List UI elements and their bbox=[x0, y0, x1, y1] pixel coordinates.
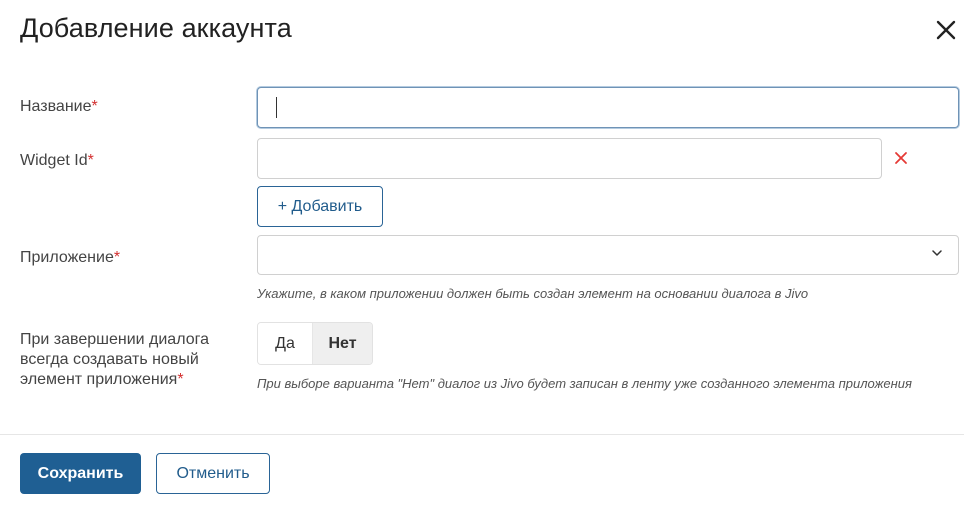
toggle-option-no[interactable]: Нет bbox=[312, 323, 372, 364]
required-mark: * bbox=[113, 249, 121, 266]
name-label-text: Название bbox=[20, 98, 92, 115]
save-button[interactable]: Сохранить bbox=[20, 453, 141, 494]
application-select[interactable] bbox=[257, 235, 959, 275]
close-icon[interactable] bbox=[934, 18, 958, 42]
create-new-label-line: элемент приложения bbox=[20, 371, 178, 388]
required-mark: * bbox=[177, 371, 184, 388]
create-new-label-line: При завершении диалога bbox=[20, 331, 209, 348]
add-widget-button[interactable]: + Добавить bbox=[257, 186, 383, 227]
create-new-hint: При выборе варианта "Нет" диалог из Jivo… bbox=[257, 376, 912, 391]
name-input[interactable] bbox=[257, 87, 959, 128]
required-mark: * bbox=[87, 152, 94, 169]
dialog-title: Добавление аккаунта bbox=[20, 13, 292, 43]
footer-divider bbox=[0, 434, 964, 435]
text-caret bbox=[276, 97, 277, 118]
widget-id-label-text: Widget Id bbox=[20, 152, 88, 169]
required-mark: * bbox=[91, 98, 98, 115]
cancel-button[interactable]: Отменить bbox=[156, 453, 270, 494]
application-label: Приложение* bbox=[20, 248, 120, 268]
application-hint: Укажите, в каком приложении должен быть … bbox=[257, 286, 809, 301]
widget-id-label: Widget Id* bbox=[20, 151, 94, 171]
application-label-text: Приложение bbox=[20, 249, 114, 266]
name-label: Название* bbox=[20, 97, 98, 117]
toggle-option-yes[interactable]: Да bbox=[258, 323, 312, 364]
widget-id-input[interactable] bbox=[257, 138, 882, 179]
yes-no-toggle[interactable]: Да Нет bbox=[257, 322, 373, 365]
remove-icon[interactable] bbox=[893, 150, 909, 166]
create-new-label: При завершении диалога всегда создавать … bbox=[20, 330, 209, 390]
chevron-down-icon[interactable] bbox=[931, 249, 943, 257]
create-new-label-line: всегда создавать новый bbox=[20, 351, 199, 368]
